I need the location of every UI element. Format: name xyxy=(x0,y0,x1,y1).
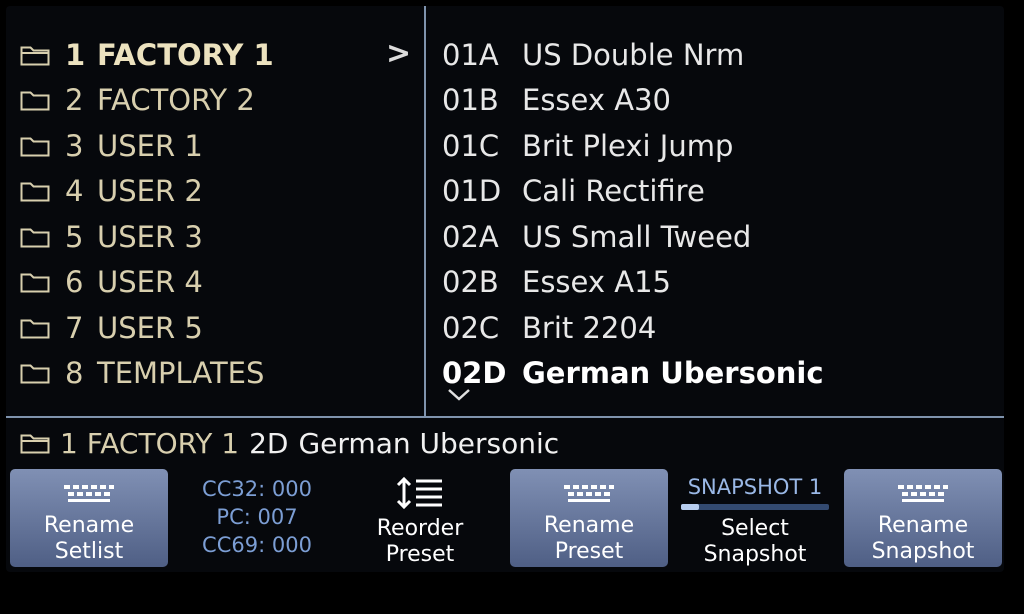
preset-list: 01A US Double Nrm 01B Essex A30 01C Brit Pl… xyxy=(442,32,1002,396)
status-preset-id: 2D xyxy=(249,426,289,460)
preset-browser-screen: 1 FACTORY 1 > 2 FACTORY 2 3 USER 1 4 USE… xyxy=(6,6,1004,572)
folder-icon xyxy=(20,182,50,202)
folder-icon xyxy=(20,228,50,248)
preset-item[interactable]: 02A US Small Tweed xyxy=(442,214,1002,260)
select-snapshot-button[interactable]: SNAPSHOT 1 Select Snapshot xyxy=(680,472,830,568)
keyboard-icon xyxy=(898,485,948,502)
preset-item[interactable]: 02C Brit 2204 xyxy=(442,305,1002,351)
folder-icon xyxy=(20,434,50,454)
midi-info: CC32: 000 PC: 007 CC69: 000 xyxy=(182,475,332,559)
folder-icon xyxy=(20,319,50,339)
rename-snapshot-button[interactable]: Rename Snapshot xyxy=(844,469,1002,567)
current-preset-status: 1 FACTORY 1 2D German Ubersonic xyxy=(20,424,559,462)
setlist-item-user-5[interactable]: 7 USER 5 xyxy=(20,305,420,351)
folder-icon xyxy=(20,137,50,157)
rename-preset-button[interactable]: Rename Preset xyxy=(510,469,668,567)
folder-icon xyxy=(20,91,50,111)
midi-pc: PC: 007 xyxy=(216,505,298,529)
setlist-item-user-1[interactable]: 3 USER 1 xyxy=(20,123,420,169)
setlist-name: USER 4 xyxy=(97,265,203,300)
setlist-name: USER 2 xyxy=(97,174,203,209)
preset-item[interactable]: 01D Cali Rectifire xyxy=(442,169,1002,215)
snapshot-title: SNAPSHOT 1 xyxy=(687,475,823,499)
status-preset-name: German Ubersonic xyxy=(298,426,560,460)
setlist-list: 1 FACTORY 1 > 2 FACTORY 2 3 USER 1 4 USE… xyxy=(20,32,420,396)
chevron-down-icon[interactable] xyxy=(446,386,472,404)
setlist-item-user-2[interactable]: 4 USER 2 xyxy=(20,169,420,215)
preset-item[interactable]: 02B Essex A15 xyxy=(442,260,1002,306)
setlist-name: FACTORY 1 xyxy=(97,37,274,72)
rename-setlist-button[interactable]: Rename Setlist xyxy=(10,469,168,567)
setlist-item-templates[interactable]: 8 TEMPLATES xyxy=(20,351,420,397)
folder-icon xyxy=(20,46,50,66)
setlist-item-user-3[interactable]: 5 USER 3 xyxy=(20,214,420,260)
setlist-item-user-4[interactable]: 6 USER 4 xyxy=(20,260,420,306)
setlist-item-factory-2[interactable]: 2 FACTORY 2 xyxy=(20,78,420,124)
horizontal-divider xyxy=(6,416,1004,418)
snapshot-indicator-bar xyxy=(681,504,829,510)
preset-item[interactable]: 01C Brit Plexi Jump xyxy=(442,123,1002,169)
setlist-name: USER 1 xyxy=(97,128,203,163)
status-setlist: 1 FACTORY 1 xyxy=(60,426,240,460)
chevron-right-icon: > xyxy=(386,36,412,71)
midi-cc69: CC69: 000 xyxy=(202,533,312,557)
preset-item[interactable]: 01A US Double Nrm xyxy=(442,32,1002,78)
preset-item[interactable]: 01B Essex A30 xyxy=(442,78,1002,124)
setlist-item-factory-1[interactable]: 1 FACTORY 1 > xyxy=(20,32,420,78)
folder-icon xyxy=(20,364,50,384)
reorder-icon xyxy=(396,476,442,510)
preset-item-selected[interactable]: 02D German Ubersonic xyxy=(442,351,1002,397)
folder-icon xyxy=(20,273,50,293)
snapshot-indicator-fill xyxy=(681,504,699,510)
setlist-name: TEMPLATES xyxy=(97,356,265,391)
reorder-preset-button[interactable]: Reorder Preset xyxy=(352,476,488,568)
keyboard-icon xyxy=(64,485,114,502)
setlist-name: FACTORY 2 xyxy=(97,83,255,118)
vertical-divider xyxy=(424,6,426,418)
setlist-name: USER 3 xyxy=(97,219,203,254)
setlist-name: USER 5 xyxy=(97,310,203,345)
keyboard-icon xyxy=(564,485,614,502)
midi-cc32: CC32: 000 xyxy=(202,477,312,501)
